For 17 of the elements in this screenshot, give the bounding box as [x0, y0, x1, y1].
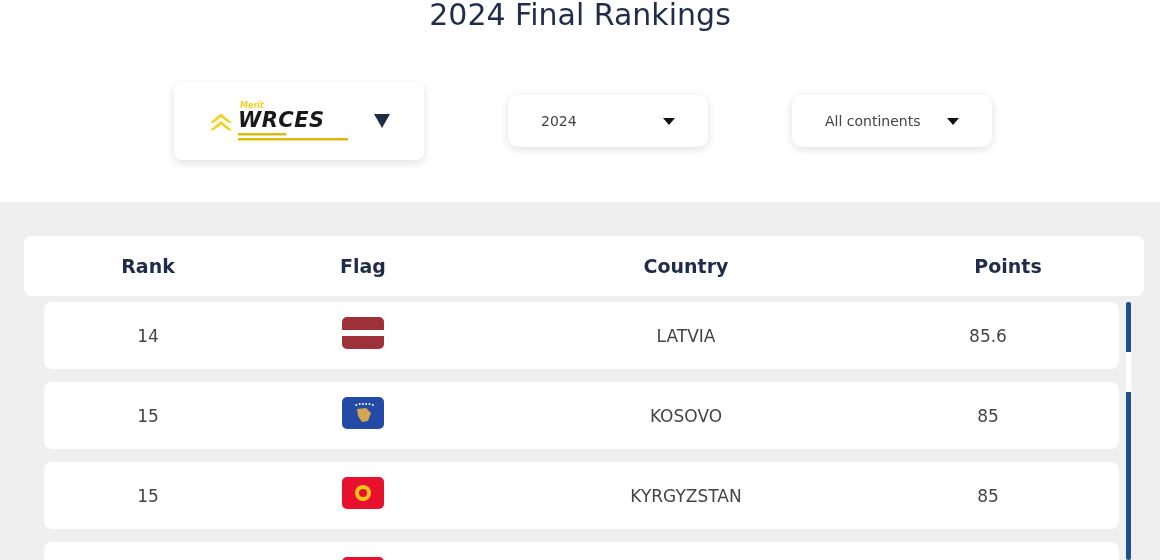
points-cell: 85	[977, 405, 999, 426]
column-header: Country	[642, 255, 730, 277]
filter-dropdown[interactable]: 2024	[508, 95, 708, 147]
rank-cell: 15	[137, 485, 159, 506]
country-cell: KYRGYZSTAN	[630, 485, 742, 506]
points-cell: 85	[977, 485, 999, 506]
rank-cell: 14	[137, 325, 159, 346]
rank-cell: 15	[137, 405, 159, 426]
points-cell: 85.6	[969, 325, 1007, 346]
organization-dropdown[interactable]: Merit WRCES	[174, 82, 424, 160]
filter-dropdown[interactable]: All continents	[792, 95, 992, 147]
column-header: Points	[973, 255, 1043, 277]
column-header: Flag	[339, 255, 387, 277]
page-title: 2024 Final Rankings	[428, 0, 732, 34]
country-cell: LATVIA	[656, 325, 716, 346]
country-cell: KOSOVO	[649, 405, 723, 426]
column-header: Rank	[120, 255, 176, 277]
